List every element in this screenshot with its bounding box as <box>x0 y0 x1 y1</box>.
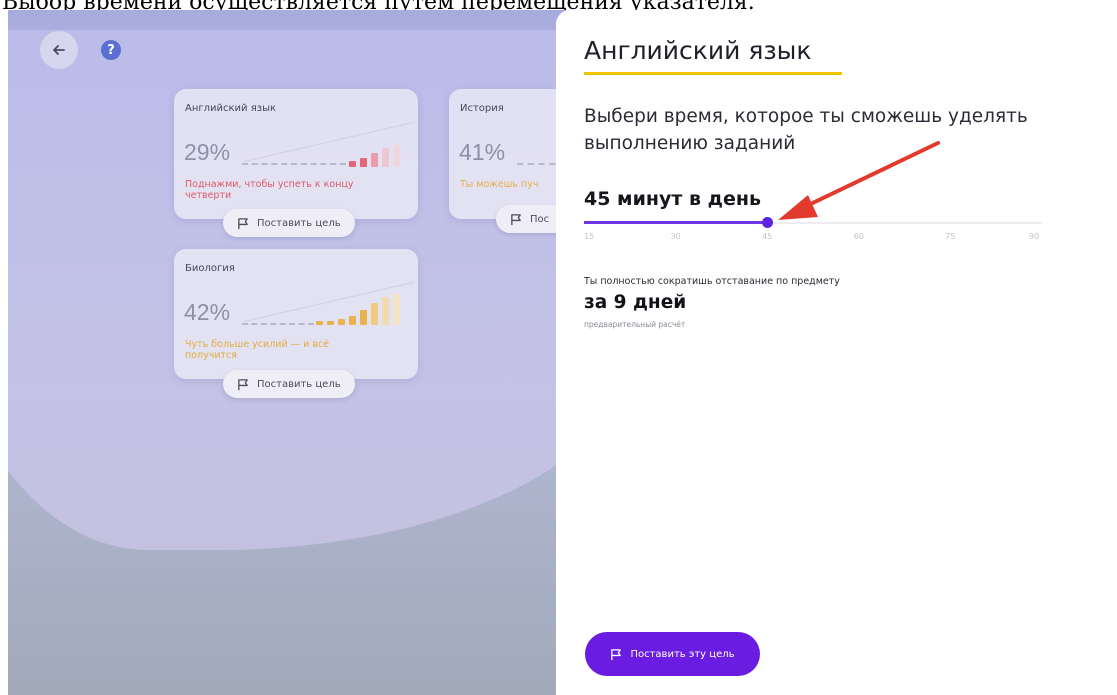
progress-bars <box>349 145 400 167</box>
dashed-line <box>242 163 346 165</box>
goal-panel: Английский язык Выбери время, которое ты… <box>556 10 1117 695</box>
time-question: Выбери время, которое ты сможешь уделять… <box>584 106 1028 154</box>
card-percent: 41% <box>459 139 506 165</box>
goal-label: Пос <box>530 213 550 225</box>
card-title: Биология <box>185 263 235 274</box>
slider-thumb[interactable] <box>762 217 774 228</box>
slider-tick-label: 45 <box>762 232 773 241</box>
slider-tick-label: 15 <box>584 232 595 241</box>
flag-icon <box>238 217 248 229</box>
card-percent: 29% <box>184 139 231 165</box>
lag-days-value: за 9 дней <box>584 292 687 313</box>
cta-label: Поставить эту цель <box>630 648 735 660</box>
card-title: История <box>460 103 504 114</box>
flag-icon <box>611 648 622 660</box>
progress-bars <box>316 294 400 325</box>
slider-fill <box>584 221 768 224</box>
slider-tick-label: 60 <box>853 232 864 241</box>
flag-icon <box>238 378 248 390</box>
card-note: Ты можешь пуч <box>460 179 539 190</box>
set-this-goal-button[interactable]: Поставить эту цель <box>585 632 760 676</box>
goal-label: Поставить цель <box>257 217 341 229</box>
help-button[interactable]: ? <box>101 40 121 60</box>
dashed-line <box>242 323 314 325</box>
back-button[interactable] <box>40 31 78 69</box>
card-title: Английский язык <box>185 103 277 114</box>
slider-tick-label: 75 <box>945 232 956 241</box>
card-percent: 42% <box>184 299 231 325</box>
flag-icon <box>511 213 521 225</box>
arrow-left-icon <box>53 45 65 55</box>
card-note: Поднажми, чтобы успеть к концу четверти <box>185 179 354 201</box>
set-goal-button-english[interactable]: Поставить цель <box>223 209 355 237</box>
lag-description: Ты полностью сократишь отставание по пре… <box>584 276 840 287</box>
selected-time-label: 45 минут в день <box>584 188 762 210</box>
subject-card-biology[interactable]: Биология 42% Чуть больше усилий — и всё … <box>174 249 418 379</box>
slider-ticks: 15 30 45 60 75 90 <box>584 232 1042 244</box>
estimate-note: предварительный расчёт <box>584 320 686 329</box>
slider-tick-label: 90 <box>1028 232 1040 241</box>
subject-card-english[interactable]: Английский язык 29% Поднажми, чтобы успе… <box>174 89 418 219</box>
set-goal-button-biology[interactable]: Поставить цель <box>223 370 355 398</box>
slider-tick-label: 30 <box>670 232 681 241</box>
goal-label: Поставить цель <box>257 378 341 390</box>
card-note: Чуть больше усилий — и всё получится <box>185 339 330 361</box>
panel-title: Английский язык <box>584 36 812 65</box>
title-underline <box>584 72 842 75</box>
question-icon: ? <box>107 42 115 58</box>
